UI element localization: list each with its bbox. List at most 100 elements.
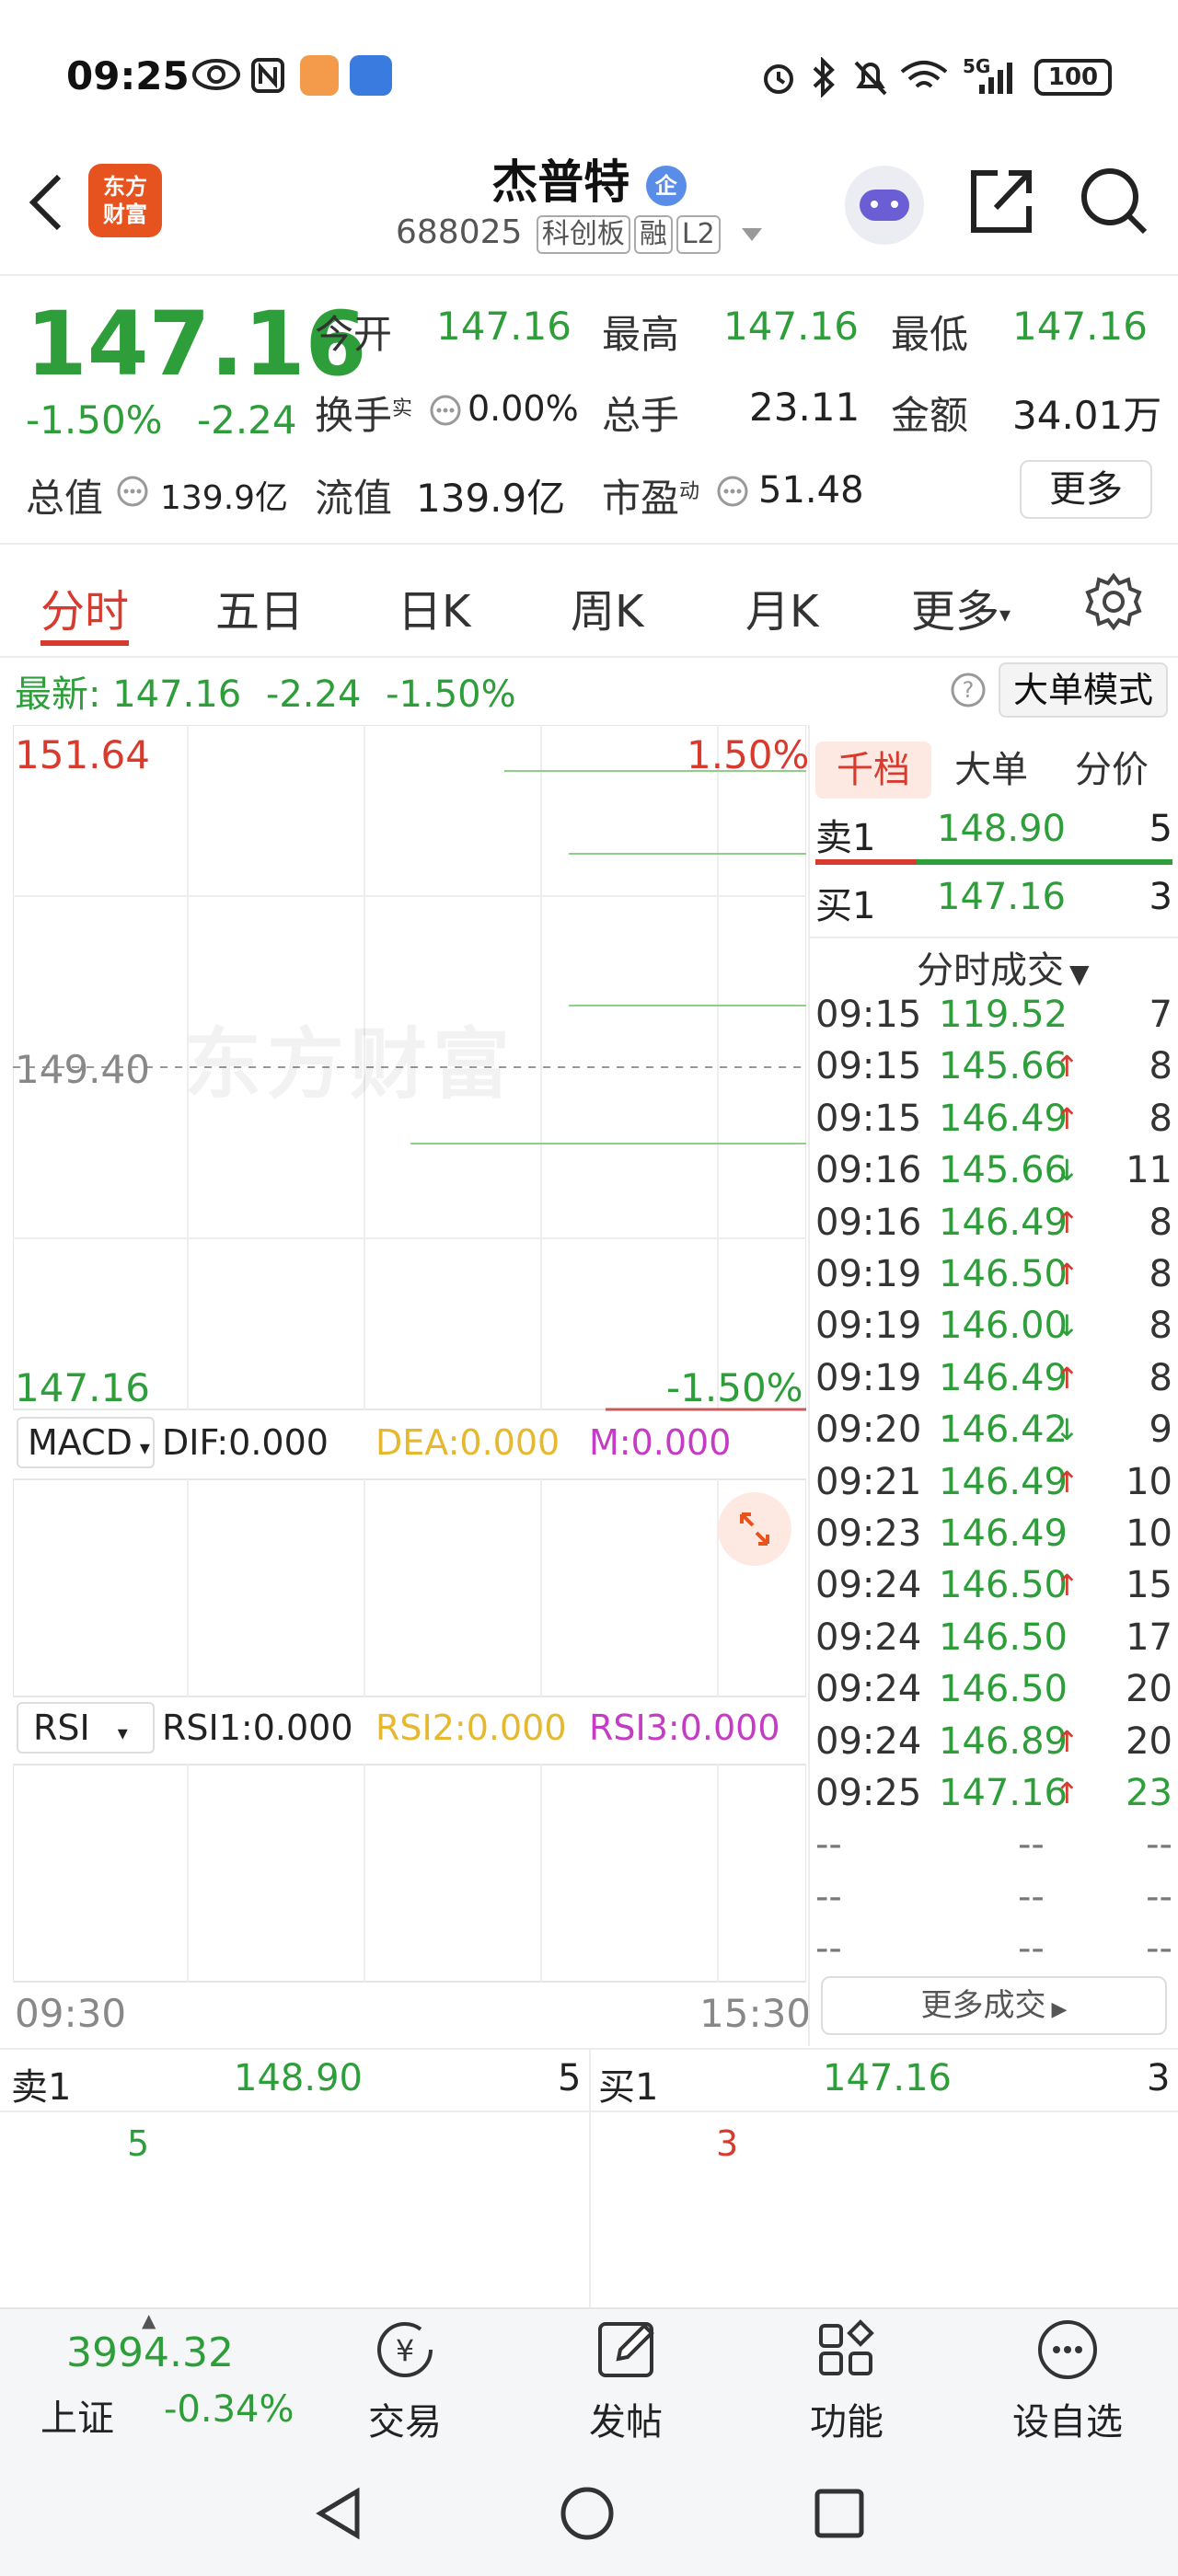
arrow-up-icon: ↑ xyxy=(1055,1101,1080,1136)
caret-up-icon: ▲ xyxy=(142,2309,156,2331)
bluetooth-icon xyxy=(813,57,835,98)
open-value: 147.16 xyxy=(436,304,572,349)
tab-active-underline xyxy=(40,640,129,646)
float-cap-label: 流值 xyxy=(315,476,393,521)
trade-row: -- -- -- xyxy=(815,1876,1172,1927)
y-axis-mid: 149.40 xyxy=(15,1047,150,1092)
home-circle-icon[interactable] xyxy=(558,2484,617,2543)
question-icon[interactable]: ? xyxy=(950,672,987,708)
macd-select[interactable]: MACD ▾ xyxy=(17,1417,155,1468)
latest-change: -2.24 xyxy=(265,673,362,716)
low-value: 147.16 xyxy=(1012,304,1148,349)
trade-qty: -- xyxy=(1146,1927,1172,1970)
tab-price-dist[interactable]: 分价 xyxy=(1049,742,1174,799)
info-dots-icon[interactable] xyxy=(116,475,149,508)
trade-row: 09:15 146.49 ↑ 8 xyxy=(815,1098,1172,1149)
trade-qty: 10 xyxy=(1126,1461,1172,1503)
more-quote-button[interactable]: 更多 xyxy=(1020,460,1152,519)
y-axis-bottom: 147.16 xyxy=(15,1365,150,1410)
battery-level: 100 xyxy=(1047,63,1099,91)
nav-functions[interactable]: 功能 xyxy=(755,2307,939,2455)
y-axis-top: 151.64 xyxy=(15,732,150,777)
nav-post-label: 发帖 xyxy=(589,2401,663,2444)
enterprise-badge: 企 xyxy=(645,165,687,206)
tab-weekly-k[interactable]: 周K xyxy=(571,575,643,639)
big-order-mode-button[interactable]: 大单模式 xyxy=(999,662,1168,718)
tab-five-day[interactable]: 五日 xyxy=(215,575,304,639)
index-ticker[interactable]: ▲ 3994.32 上证 -0.34% xyxy=(0,2307,313,2455)
trade-row: -- -- -- xyxy=(815,1823,1172,1875)
rsi1: RSI1:0.000 xyxy=(162,1708,353,1748)
more-trades-label: 更多成交 xyxy=(920,1987,1046,2024)
tab-monthly-k[interactable]: 月K xyxy=(745,575,818,639)
trade-price: 146.49 xyxy=(939,1461,1068,1503)
latest-price: 147.16 xyxy=(112,673,242,716)
arrow-up-icon: ↑ xyxy=(1055,1205,1080,1240)
arrow-down-icon: ↓ xyxy=(1055,1153,1080,1188)
trade-row: 09:19 146.00 ↓ 8 xyxy=(815,1305,1172,1356)
change-percent: -1.50% xyxy=(26,397,163,443)
trade-qty: 20 xyxy=(1126,1668,1172,1710)
latest-pct: -1.50% xyxy=(386,673,516,716)
high-value: 147.16 xyxy=(723,304,859,349)
search-icon[interactable] xyxy=(1077,164,1150,237)
trade-row: 09:16 145.66 ↓ 11 xyxy=(815,1149,1172,1201)
nav-trade[interactable]: ¥ 交易 xyxy=(313,2307,497,2455)
index-value: 3994.32 xyxy=(66,2329,234,2376)
arrow-up-icon: ↑ xyxy=(1055,1776,1080,1811)
gear-icon[interactable] xyxy=(1084,572,1143,631)
trade-time: -- xyxy=(815,1927,842,1970)
sell1-label: 卖1 xyxy=(815,817,876,859)
tab-daily-k[interactable]: 日K xyxy=(398,575,470,639)
pct-axis-top: 1.50% xyxy=(687,732,810,777)
nav-post[interactable]: 发帖 xyxy=(534,2307,718,2455)
intraday-chart[interactable] xyxy=(13,725,806,1985)
chevron-down-icon[interactable] xyxy=(740,226,764,243)
buy1-price: 147.16 xyxy=(937,876,1066,918)
trade-row: -- -- -- xyxy=(815,1927,1172,1979)
trade-price: 146.50 xyxy=(939,1253,1068,1295)
robot-avatar-icon[interactable] xyxy=(845,166,924,245)
tab-big-orders[interactable]: 大单 xyxy=(933,742,1049,799)
ob-buy-qty: 3 xyxy=(1147,2057,1171,2099)
arrow-up-icon: ↑ xyxy=(1055,1361,1080,1396)
pe-value: 51.48 xyxy=(758,469,864,512)
caret-down-icon: ▾ xyxy=(999,602,1011,627)
share-icon[interactable] xyxy=(968,166,1034,236)
trade-price: -- xyxy=(1018,1876,1045,1918)
recents-square-icon[interactable] xyxy=(810,2484,869,2543)
tab-more[interactable]: 更多▾ xyxy=(911,575,1011,639)
macd-dif: DIF:0.000 xyxy=(162,1422,329,1463)
trade-price: 145.66 xyxy=(939,1149,1068,1191)
buy-ratio-bar xyxy=(917,859,1172,865)
trade-qty: 17 xyxy=(1126,1616,1172,1659)
back-triangle-icon[interactable] xyxy=(309,2484,368,2543)
info-dots-icon[interactable] xyxy=(429,394,462,427)
nav-add-watchlist[interactable]: 设自选 xyxy=(976,2307,1160,2455)
trade-qty: 8 xyxy=(1149,1098,1172,1140)
turnover-label-text: 换手 xyxy=(315,393,393,438)
trade-qty: 15 xyxy=(1126,1564,1172,1606)
expand-icon[interactable] xyxy=(718,1492,791,1566)
trade-row: 09:19 146.49 ↑ 8 xyxy=(815,1357,1172,1409)
trade-time: -- xyxy=(815,1876,842,1918)
trade-time: 09:24 xyxy=(815,1616,922,1659)
info-dots-icon[interactable] xyxy=(716,475,749,508)
divider xyxy=(810,937,1178,938)
trade-price: 146.49 xyxy=(939,1202,1068,1244)
watermark: 东方财富 xyxy=(184,1019,516,1110)
rsi-select-label: RSI xyxy=(33,1708,90,1748)
tab-order-depth[interactable]: 千档 xyxy=(815,742,931,799)
trade-qty: 8 xyxy=(1149,1045,1172,1087)
trades-title[interactable]: 分时成交 ▼ xyxy=(917,940,1090,994)
status-bar: 09:25 5G 100 xyxy=(0,0,1178,156)
nav-functions-label: 功能 xyxy=(810,2401,884,2444)
arrow-up-icon: ↑ xyxy=(1055,1257,1080,1292)
price-change-row: -1.50% -2.24 xyxy=(26,397,297,443)
trade-qty: 8 xyxy=(1149,1357,1172,1399)
sell-ratio-bar xyxy=(815,859,917,865)
more-trades-button[interactable]: 更多成交 ▶ xyxy=(821,1976,1167,2035)
high-label: 最高 xyxy=(602,312,680,357)
tab-intraday[interactable]: 分时 xyxy=(40,575,129,639)
rsi-select[interactable]: RSI ▾ xyxy=(17,1702,155,1754)
